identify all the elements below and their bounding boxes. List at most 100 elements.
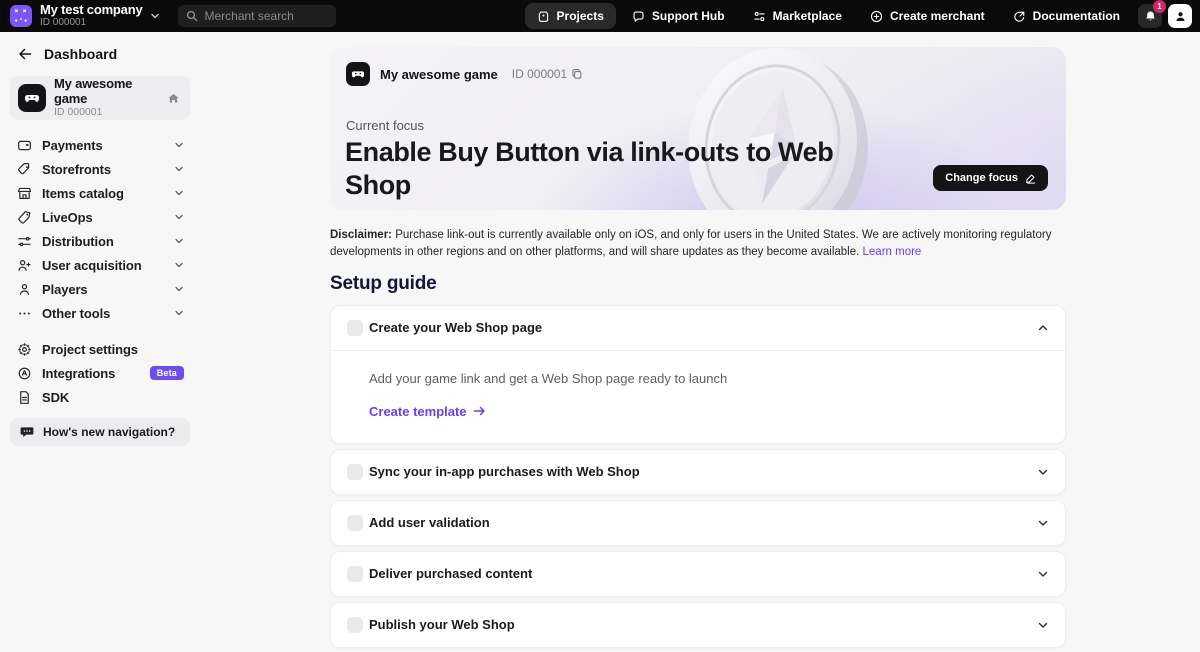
change-focus-label: Change focus: [945, 172, 1018, 184]
chevron-up-icon[interactable]: [1037, 322, 1049, 334]
hero-game-id: ID 000001: [512, 67, 583, 81]
company-logo-icon[interactable]: [10, 5, 32, 27]
company-switcher[interactable]: My test company ID 000001: [40, 3, 142, 28]
home-icon[interactable]: [167, 92, 180, 105]
sidebar-item-user-acquisition[interactable]: User acquisition: [10, 253, 190, 277]
sidebar-item-payments[interactable]: Payments: [10, 133, 190, 157]
user-icon: [16, 282, 32, 297]
step-checkbox[interactable]: [347, 617, 363, 633]
step-header[interactable]: Sync your in-app purchases with Web Shop: [331, 450, 1065, 494]
nav-marketplace[interactable]: Marketplace: [741, 3, 854, 29]
hero-game-id-text: ID 000001: [512, 67, 567, 81]
step-card-sync-purchases: Sync your in-app purchases with Web Shop: [330, 449, 1066, 495]
chevron-down-icon: [174, 284, 184, 294]
user-avatar-icon: [1174, 10, 1187, 23]
nav-create-merchant[interactable]: Create merchant: [858, 3, 997, 29]
sidebar-divider-gap: [10, 325, 190, 337]
current-focus-label: Current focus: [346, 118, 424, 133]
back-label: Dashboard: [44, 46, 117, 62]
sidebar-item-distribution[interactable]: Distribution: [10, 229, 190, 253]
current-project-card[interactable]: My awesome game ID 000001: [10, 76, 190, 120]
chevron-down-icon[interactable]: [1037, 568, 1049, 580]
sidebar-item-label: Other tools: [42, 306, 110, 321]
hero-game-name: My awesome game: [380, 67, 498, 82]
create-template-link[interactable]: Create template: [369, 404, 486, 419]
create-template-label: Create template: [369, 404, 467, 419]
disclaimer-text: Disclaimer: Purchase link-out is current…: [330, 227, 1066, 262]
setup-guide-steps: Create your Web Shop page Add your game …: [330, 305, 1066, 652]
sidebar-item-label: Project settings: [42, 342, 138, 357]
document-icon: [16, 390, 32, 405]
whats-new-navigation[interactable]: How's new navigation?: [10, 418, 190, 446]
marketplace-icon: [753, 10, 766, 23]
nav-projects[interactable]: Projects: [525, 3, 616, 29]
learn-more-link[interactable]: Learn more: [863, 246, 922, 258]
step-label: Sync your in-app purchases with Web Shop: [369, 464, 640, 479]
chat-filled-icon: [20, 425, 34, 439]
step-checkbox[interactable]: [347, 320, 363, 336]
nav-label: Projects: [557, 9, 604, 23]
sidebar-item-other-tools[interactable]: Other tools: [10, 301, 190, 325]
nav-documentation[interactable]: Documentation: [1001, 3, 1132, 29]
step-checkbox[interactable]: [347, 464, 363, 480]
step-checkbox[interactable]: [347, 515, 363, 531]
sidebar-item-items-catalog[interactable]: Items catalog: [10, 181, 190, 205]
chevron-down-icon: [174, 260, 184, 270]
sidebar-item-label: Integrations: [42, 366, 115, 381]
step-header[interactable]: Publish your Web Shop: [331, 603, 1065, 647]
step-card-create-web-shop: Create your Web Shop page Add your game …: [330, 305, 1066, 444]
dots-icon: [16, 306, 32, 321]
project-name: My awesome game: [54, 77, 159, 106]
card-icon: [16, 138, 32, 153]
chevron-down-icon: [174, 164, 184, 174]
projects-icon: [537, 10, 550, 23]
chevron-down-icon[interactable]: [150, 11, 160, 21]
gear-icon: [16, 342, 32, 357]
copy-icon[interactable]: [571, 68, 583, 80]
gamepad-icon: [18, 84, 46, 112]
sliders-icon: [16, 234, 32, 249]
chevron-down-icon[interactable]: [1037, 517, 1049, 529]
chevron-down-icon[interactable]: [1037, 619, 1049, 631]
sidebar-item-liveops[interactable]: LiveOps: [10, 205, 190, 229]
user-plus-icon: [16, 258, 32, 273]
merchant-search[interactable]: [178, 5, 336, 27]
back-to-dashboard[interactable]: Dashboard: [10, 42, 190, 66]
step-header[interactable]: Create your Web Shop page: [331, 306, 1065, 350]
sidebar-item-storefronts[interactable]: Storefronts: [10, 157, 190, 181]
step-checkbox[interactable]: [347, 566, 363, 582]
search-input[interactable]: [204, 9, 328, 23]
tag-icon: [16, 210, 32, 225]
hero-game-header: My awesome game ID 000001: [346, 62, 583, 86]
nav-label: Support Hub: [652, 9, 725, 23]
beta-badge: Beta: [150, 366, 184, 380]
chevron-down-icon: [174, 236, 184, 246]
sidebar-item-integrations[interactable]: Integrations Beta: [10, 361, 190, 385]
project-id: ID 000001: [54, 107, 159, 119]
sidebar-item-sdk[interactable]: SDK: [10, 385, 190, 409]
step-label: Deliver purchased content: [369, 566, 532, 581]
account-button[interactable]: [1168, 4, 1192, 28]
sidebar-item-label: Distribution: [42, 234, 114, 249]
chevron-down-icon: [174, 140, 184, 150]
arrow-left-icon: [18, 47, 32, 61]
sidebar-item-label: Payments: [42, 138, 103, 153]
whats-new-label: How's new navigation?: [43, 425, 175, 439]
nav-support-hub[interactable]: Support Hub: [620, 3, 737, 29]
disclaimer-body: Purchase link-out is currently available…: [330, 229, 1051, 258]
step-label: Publish your Web Shop: [369, 617, 515, 632]
company-id: ID 000001: [40, 18, 142, 29]
project-meta: My awesome game ID 000001: [54, 77, 159, 118]
sidebar-item-label: Items catalog: [42, 186, 124, 201]
notifications-button[interactable]: 1: [1138, 4, 1162, 28]
change-focus-button[interactable]: Change focus: [933, 165, 1048, 191]
arrow-right-icon: [473, 405, 486, 417]
step-card-deliver-content: Deliver purchased content: [330, 551, 1066, 597]
chevron-down-icon[interactable]: [1037, 466, 1049, 478]
disclaimer-bold: Disclaimer:: [330, 229, 392, 241]
step-header[interactable]: Deliver purchased content: [331, 552, 1065, 596]
sidebar-item-project-settings[interactable]: Project settings: [10, 337, 190, 361]
sidebar-item-players[interactable]: Players: [10, 277, 190, 301]
step-header[interactable]: Add user validation: [331, 501, 1065, 545]
search-icon: [186, 10, 198, 22]
